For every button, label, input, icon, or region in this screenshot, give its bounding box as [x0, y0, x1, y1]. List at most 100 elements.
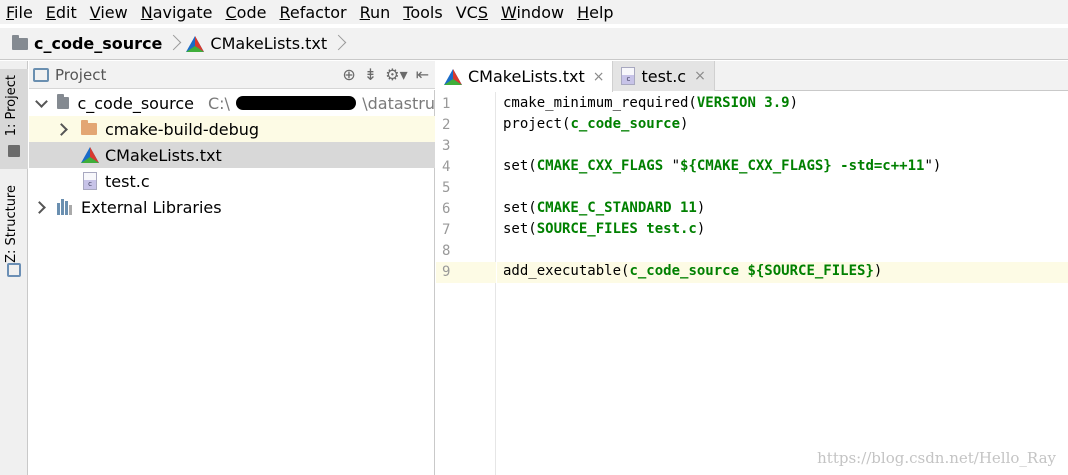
menu-edit[interactable]: Edit	[46, 3, 77, 22]
chevron-right-icon[interactable]	[35, 201, 47, 213]
tree-row-test-c[interactable]: c test.c	[29, 168, 435, 194]
breadcrumb-separator	[168, 32, 178, 56]
tree-item-label: cmake-build-debug	[105, 119, 260, 139]
code-token: set(	[503, 200, 537, 216]
code-token: )	[789, 95, 799, 111]
menu-refactor[interactable]: Refactor	[279, 3, 346, 22]
code-token: set(	[503, 221, 537, 237]
breadcrumb-project[interactable]: c_code_source	[12, 34, 162, 53]
code-token: c_code_source ${SOURCE_FILES}	[629, 263, 874, 279]
code-token: cmake_minimum_required(	[503, 95, 697, 111]
code-token: )	[696, 200, 706, 216]
code-line-7: set(SOURCE_FILES test.c)	[503, 221, 705, 237]
breadcrumb-project-label: c_code_source	[34, 34, 163, 53]
project-panel-tools: ⊕ ⇟ ⚙▾ ⇤	[342, 65, 429, 84]
breadcrumb-file-label: CMakeLists.txt	[210, 34, 328, 53]
folder-icon	[56, 94, 70, 109]
tree-item-label: CMakeLists.txt	[105, 145, 222, 165]
cmake-icon	[186, 35, 205, 52]
code-token: project(	[503, 116, 571, 132]
project-panel-title[interactable]: Project	[55, 66, 106, 84]
menu-code[interactable]: Code	[226, 3, 267, 22]
locate-icon[interactable]: ⊕	[342, 65, 355, 84]
breadcrumb-separator	[333, 32, 343, 56]
code-token: "	[663, 158, 681, 174]
editor-tabs: CMakeLists.txt × c test.c ×	[436, 61, 1068, 92]
menu-window[interactable]: Window	[501, 3, 564, 22]
tree-row-cmake-build-debug[interactable]: cmake-build-debug	[29, 116, 435, 142]
code-token: CMAKE_C_STANDARD 11	[536, 200, 697, 216]
close-icon[interactable]: ×	[694, 68, 706, 84]
code-token: add_executable(	[503, 263, 630, 279]
code-line-2: project(c_code_source)	[503, 116, 688, 132]
folder-icon	[12, 34, 28, 50]
menu-bar: File Edit View Navigate Code Refactor Run Tools…	[0, 0, 1068, 24]
line-number: 6	[442, 201, 451, 217]
code-line-6: set(CMAKE_C_STANDARD 11)	[503, 200, 705, 216]
code-editor[interactable]: cmake_minimum_required(VERSION 3.9) proj…	[497, 92, 1068, 475]
structure-tool-label: Z: Structure	[4, 185, 19, 263]
hide-panel-icon[interactable]: ⇤	[416, 65, 429, 84]
code-token: )	[680, 116, 689, 132]
line-number: 9	[442, 264, 451, 280]
tree-row-cmakelists[interactable]: CMakeLists.txt	[29, 142, 435, 168]
line-number-gutter: 1 2 3 4 5 6 7 8 9	[436, 92, 496, 475]
menu-vcs[interactable]: VCS	[456, 3, 488, 22]
c-file-icon: c	[621, 67, 636, 85]
tree-row-root[interactable]: c_code_source C:\ \datastru	[29, 90, 435, 116]
menu-help[interactable]: Help	[577, 3, 613, 22]
redaction-mark	[235, 96, 357, 110]
chevron-down-icon[interactable]	[35, 97, 45, 109]
libraries-icon	[57, 199, 75, 215]
project-tree: c_code_source C:\ \datastru cmake-build-…	[29, 90, 435, 475]
collapse-all-icon[interactable]: ⇟	[364, 65, 377, 84]
tab-test-c[interactable]: c test.c ×	[613, 61, 715, 91]
line-number: 4	[442, 159, 451, 175]
gear-icon[interactable]: ⚙▾	[385, 65, 407, 84]
menu-navigate[interactable]: Navigate	[141, 3, 213, 22]
line-number: 2	[442, 117, 451, 133]
menu-run[interactable]: Run	[360, 3, 391, 22]
code-token: SOURCE_FILES test.c	[536, 221, 697, 237]
cmake-icon	[81, 147, 99, 163]
navigation-bar: c_code_source CMakeLists.txt	[0, 28, 1068, 60]
code-token: CMAKE_CXX_FLAGS	[536, 158, 664, 174]
folder-icon	[81, 120, 97, 135]
project-panel-header: Project ⊕ ⇟ ⚙▾ ⇤	[29, 61, 435, 89]
close-icon[interactable]: ×	[593, 69, 605, 85]
tree-root-label: c_code_source	[77, 93, 194, 113]
code-token: ")	[924, 158, 942, 174]
line-number: 5	[442, 180, 451, 196]
left-tool-strip: 1: Project Z: Structure	[0, 61, 28, 475]
code-token: ${CMAKE_CXX_FLAGS} -std=c++11	[680, 158, 925, 174]
tree-item-label: test.c	[105, 171, 150, 191]
code-token: set(	[503, 158, 537, 174]
structure-tool-icon	[0, 263, 28, 277]
tree-item-label: External Libraries	[81, 197, 222, 217]
project-tool-icon	[0, 145, 28, 159]
tree-row-external-libraries[interactable]: External Libraries	[29, 194, 435, 220]
code-token: )	[873, 263, 883, 279]
menu-tools[interactable]: Tools	[403, 3, 442, 22]
code-token: c_code_source	[570, 116, 681, 132]
code-line-9: add_executable(c_code_source ${SOURCE_FI…	[503, 263, 882, 279]
breadcrumb-file[interactable]: CMakeLists.txt	[186, 34, 327, 53]
code-line-1: cmake_minimum_required(VERSION 3.9)	[503, 95, 798, 111]
watermark: https://blog.csdn.net/Hello_Ray	[817, 449, 1056, 467]
c-file-icon: c	[83, 172, 97, 190]
code-line-4: set(CMAKE_CXX_FLAGS "${CMAKE_CXX_FLAGS} …	[503, 158, 941, 174]
tree-root-path-prefix: C:\	[207, 93, 230, 113]
tab-cmakelists[interactable]: CMakeLists.txt ×	[436, 61, 614, 92]
tree-root-path-suffix: \datastru	[362, 93, 435, 113]
menu-file[interactable]: File	[6, 3, 33, 22]
line-number: 8	[442, 243, 451, 259]
tab-label: test.c	[641, 66, 687, 86]
code-token: )	[696, 221, 706, 237]
line-number: 3	[442, 138, 451, 154]
chevron-right-icon[interactable]	[57, 123, 69, 135]
line-number: 1	[442, 96, 451, 112]
code-token: VERSION 3.9	[696, 95, 790, 111]
menu-view[interactable]: View	[90, 3, 128, 22]
line-number: 7	[442, 222, 451, 238]
cmake-icon	[444, 68, 462, 85]
